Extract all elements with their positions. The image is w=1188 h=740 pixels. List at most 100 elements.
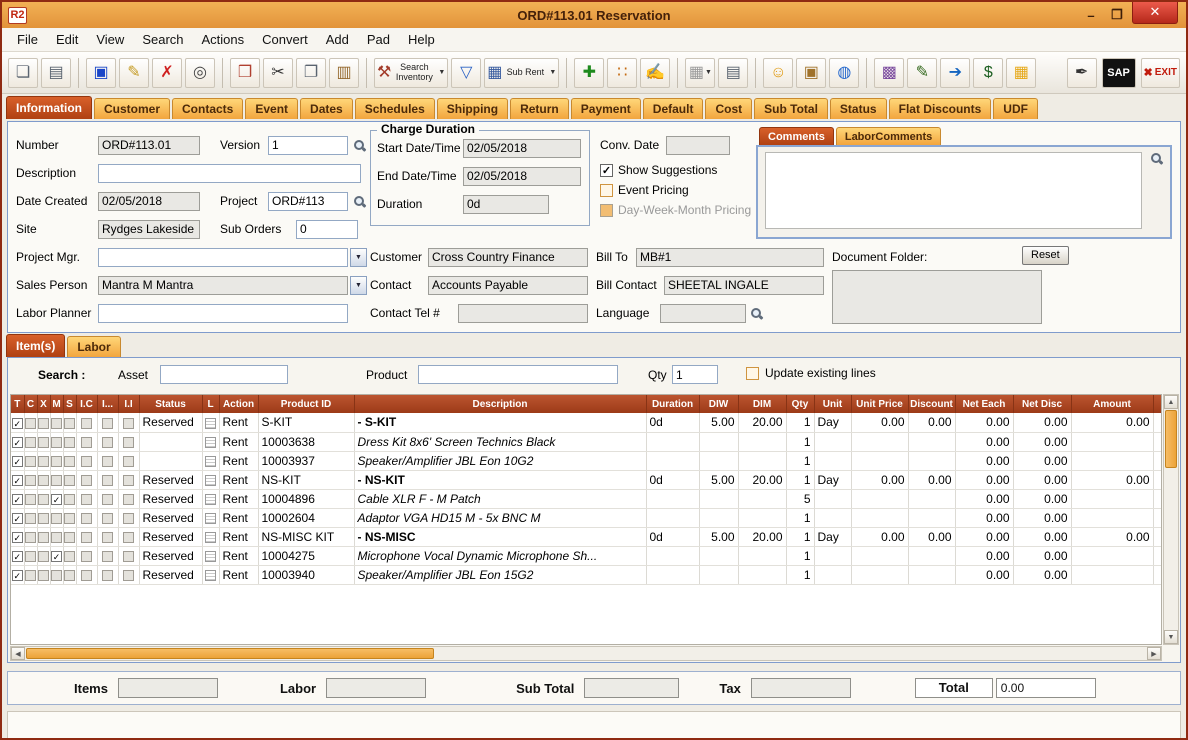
row-checkbox-c[interactable]: [25, 456, 36, 467]
column-header-filler[interactable]: [1153, 395, 1162, 413]
row-checkbox-m[interactable]: [51, 437, 62, 448]
column-header-duration[interactable]: Duration: [646, 395, 699, 413]
tab-contacts[interactable]: Contacts: [172, 98, 243, 119]
column-header-amount[interactable]: Amount: [1071, 395, 1153, 413]
row-checkbox-i-i[interactable]: [123, 437, 134, 448]
transfer-button[interactable]: ➔: [940, 58, 970, 88]
row-checkbox-m[interactable]: [51, 532, 62, 543]
row-checkbox-x[interactable]: [38, 494, 49, 505]
table-row[interactable]: ✓Rent10003937Speaker/Amplifier JBL Eon 1…: [11, 451, 1162, 470]
version-field[interactable]: 1: [268, 136, 348, 155]
row-checkbox-i-c[interactable]: [81, 437, 92, 448]
table-row[interactable]: ✓ReservedRent10002604Adaptor VGA HD15 M …: [11, 508, 1162, 527]
sub-orders-field[interactable]: 0: [296, 220, 358, 239]
row-checkbox-x[interactable]: [38, 475, 49, 486]
tab-laborcomments[interactable]: LaborComments: [836, 127, 941, 145]
column-header-l[interactable]: L: [202, 395, 219, 413]
forms-button[interactable]: ✎: [907, 58, 937, 88]
number-field[interactable]: ORD#113.01: [98, 136, 200, 155]
menu-item-actions[interactable]: Actions: [193, 28, 254, 51]
copy-button[interactable]: ❐: [296, 58, 326, 88]
document-folder-box[interactable]: [832, 270, 1042, 324]
tab-flat-discounts[interactable]: Flat Discounts: [889, 98, 992, 119]
event-pricing-checkbox[interactable]: [600, 184, 613, 197]
table-row[interactable]: ✓ReservedRentNS-MISC KIT- NS-MISC0d5.002…: [11, 527, 1162, 546]
menu-item-pad[interactable]: Pad: [358, 28, 399, 51]
project-search-icon[interactable]: [353, 195, 366, 208]
row-checkbox-t[interactable]: ✓: [12, 513, 23, 524]
column-header-discount[interactable]: Discount: [908, 395, 955, 413]
table-row[interactable]: ✓ReservedRentS-KIT- S-KIT0d5.0020.001Day…: [11, 413, 1162, 432]
row-checkbox-i-c[interactable]: [81, 418, 92, 429]
row-checkbox-m[interactable]: ✓: [51, 551, 62, 562]
row-checkbox-t[interactable]: ✓: [12, 418, 23, 429]
qty-input[interactable]: [672, 365, 718, 384]
column-header-m[interactable]: M: [50, 395, 63, 413]
row-checkbox-i[interactable]: [102, 456, 113, 467]
menu-item-file[interactable]: File: [8, 28, 47, 51]
tab-payment[interactable]: Payment: [571, 98, 641, 119]
row-checkbox-t[interactable]: ✓: [12, 494, 23, 505]
horizontal-scrollbar[interactable]: ◀ ▶: [10, 646, 1162, 661]
version-search-icon[interactable]: [353, 139, 366, 152]
row-checkbox-s[interactable]: [64, 551, 75, 562]
row-checkbox-c[interactable]: [25, 418, 36, 429]
row-checkbox-x[interactable]: [38, 513, 49, 524]
row-checkbox-s[interactable]: [64, 532, 75, 543]
row-checkbox-i-i[interactable]: [123, 513, 134, 524]
scroll-left-icon[interactable]: ◀: [11, 647, 25, 660]
row-checkbox-x[interactable]: [38, 418, 49, 429]
table-row[interactable]: ✓ReservedRent10003940Speaker/Amplifier J…: [11, 565, 1162, 584]
menu-item-convert[interactable]: Convert: [253, 28, 317, 51]
row-checkbox-c[interactable]: [25, 551, 36, 562]
package-button[interactable]: ▣: [796, 58, 826, 88]
tab-customer[interactable]: Customer: [94, 98, 170, 119]
print-button[interactable]: ▤: [41, 58, 71, 88]
row-checkbox-i[interactable]: [102, 494, 113, 505]
scissors-button[interactable]: ✂: [263, 58, 293, 88]
save-button[interactable]: ▣: [86, 58, 116, 88]
group-button[interactable]: ∷: [607, 58, 637, 88]
row-checkbox-i-c[interactable]: [81, 494, 92, 505]
exit-button[interactable]: ✖EXIT: [1141, 58, 1180, 88]
bill-contact-field[interactable]: SHEETAL INGALE: [664, 276, 824, 295]
print-list-button[interactable]: ▤: [718, 58, 748, 88]
menu-item-edit[interactable]: Edit: [47, 28, 87, 51]
table-row[interactable]: ✓Rent10003638Dress Kit 8x6' Screen Techn…: [11, 432, 1162, 451]
reset-button[interactable]: Reset: [1022, 246, 1069, 265]
scroll-down-icon[interactable]: ▼: [1164, 630, 1178, 644]
row-checkbox-m[interactable]: [51, 513, 62, 524]
note-button[interactable]: ✍: [640, 58, 670, 88]
comments-textarea[interactable]: [765, 152, 1142, 229]
row-checkbox-m[interactable]: [51, 570, 62, 581]
row-checkbox-c[interactable]: [25, 570, 36, 581]
cubes-button[interactable]: ▩: [874, 58, 904, 88]
add-button[interactable]: ✚: [574, 58, 604, 88]
row-checkbox-i[interactable]: [102, 570, 113, 581]
row-checkbox-c[interactable]: [25, 437, 36, 448]
pad-button[interactable]: ▦▼: [685, 58, 715, 88]
row-checkbox-i-c[interactable]: [81, 532, 92, 543]
asset-input[interactable]: [160, 365, 288, 384]
row-checkbox-c[interactable]: [25, 513, 36, 524]
row-checkbox-c[interactable]: [25, 494, 36, 505]
column-header-net-disc[interactable]: Net Disc: [1013, 395, 1071, 413]
delete-button[interactable]: ✗: [152, 58, 182, 88]
tools-button[interactable]: ✒: [1067, 58, 1097, 88]
bill-to-field[interactable]: MB#1: [636, 248, 824, 267]
language-search-icon[interactable]: [750, 307, 763, 320]
row-checkbox-t[interactable]: ✓: [12, 475, 23, 486]
row-checkbox-s[interactable]: [64, 475, 75, 486]
comments-search-icon[interactable]: [1150, 152, 1163, 165]
row-checkbox-s[interactable]: [64, 418, 75, 429]
language-field[interactable]: [660, 304, 746, 323]
smiley-button[interactable]: ☺: [763, 58, 793, 88]
row-checkbox-m[interactable]: ✓: [51, 494, 62, 505]
scroll-up-icon[interactable]: ▲: [1164, 395, 1178, 409]
column-header-unit-price[interactable]: Unit Price: [851, 395, 908, 413]
tab-information[interactable]: Information: [6, 96, 92, 119]
row-checkbox-t[interactable]: ✓: [12, 570, 23, 581]
row-checkbox-i-c[interactable]: [81, 570, 92, 581]
tab-default[interactable]: Default: [643, 98, 704, 119]
project-mgr-dropdown-button[interactable]: ▼: [350, 248, 367, 267]
